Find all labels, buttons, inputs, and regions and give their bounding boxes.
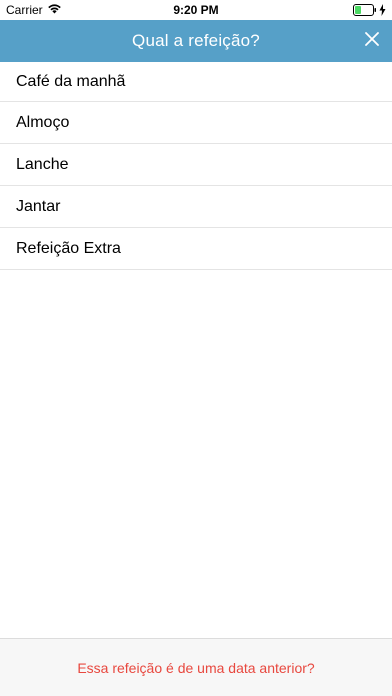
close-button[interactable] xyxy=(360,29,384,53)
screen: Carrier 9:20 PM Qual a refeição? Café da… xyxy=(0,0,392,696)
meal-item-refeicao-extra[interactable]: Refeição Extra xyxy=(0,228,392,270)
header: Qual a refeição? xyxy=(0,20,392,62)
meal-item-cafe-da-manha[interactable]: Café da manhã xyxy=(0,62,392,102)
page-title: Qual a refeição? xyxy=(132,31,260,50)
meal-item-almoco[interactable]: Almoço xyxy=(0,102,392,144)
meal-item-jantar[interactable]: Jantar xyxy=(0,186,392,228)
charging-icon xyxy=(379,4,386,19)
previous-date-link[interactable]: Essa refeição é de uma data anterior? xyxy=(77,660,314,676)
battery-icon xyxy=(353,4,377,19)
status-right xyxy=(353,4,386,19)
close-icon[interactable] xyxy=(365,31,379,51)
meal-item-lanche[interactable]: Lanche xyxy=(0,144,392,186)
meal-list: Café da manhã Almoço Lanche Jantar Refei… xyxy=(0,62,392,270)
footer: Essa refeição é de uma data anterior? xyxy=(0,638,392,696)
status-bar: Carrier 9:20 PM xyxy=(0,0,392,20)
status-time: 9:20 PM xyxy=(173,3,219,17)
